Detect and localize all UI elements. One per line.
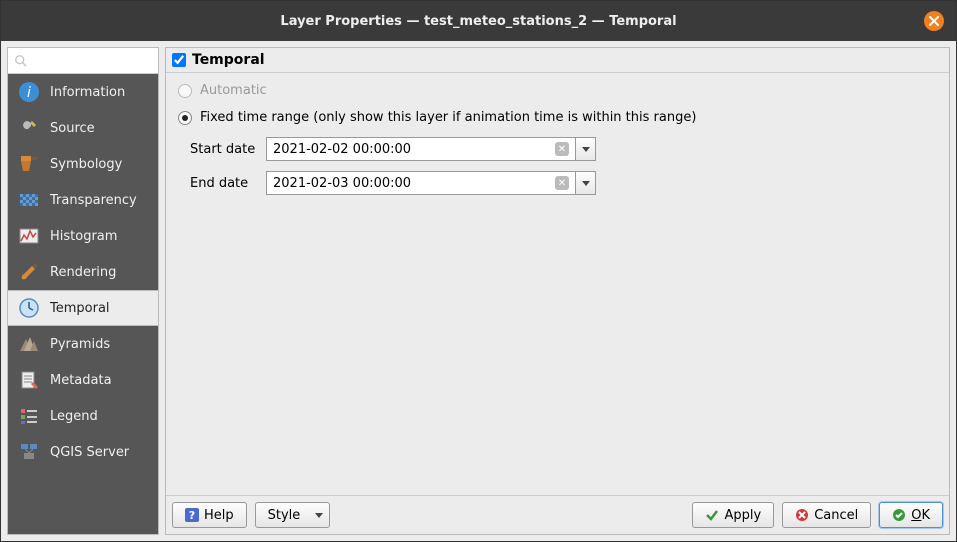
close-button[interactable] [924,11,944,31]
sidebar: i Information Source Symbology [7,47,159,535]
sidebar-item-label: QGIS Server [50,445,129,460]
sidebar-item-temporal[interactable]: Temporal [8,290,158,326]
clear-icon[interactable]: ✕ [555,176,569,190]
sidebar-item-pyramids[interactable]: Pyramids [8,326,158,362]
date-grid: Start date 2021-02-02 00:00:00 ✕ End dat… [190,137,937,195]
sidebar-item-label: Metadata [50,373,112,388]
sidebar-item-metadata[interactable]: Metadata [8,362,158,398]
main-panel: Temporal Automatic Fixed time range (onl… [165,47,950,535]
document-icon [18,369,40,391]
sidebar-item-label: Temporal [50,301,110,316]
sidebar-item-source[interactable]: Source [8,110,158,146]
radio-fixed-label: Fixed time range (only show this layer i… [200,110,696,125]
sidebar-item-transparency[interactable]: Transparency [8,182,158,218]
start-date-label: Start date [190,142,260,157]
clear-icon[interactable]: ✕ [555,142,569,156]
sidebar-nav: i Information Source Symbology [8,74,158,534]
ok-check-icon [892,508,906,522]
style-button[interactable]: Style [255,502,331,528]
transparency-icon [18,189,40,211]
end-date-field: 2021-02-03 00:00:00 ✕ [266,171,596,195]
cancel-button[interactable]: Cancel [782,502,871,528]
dialog-window: Layer Properties — test_meteo_stations_2… [0,0,957,542]
end-date-label: End date [190,176,260,191]
legend-icon [18,405,40,427]
sidebar-item-label: Histogram [50,229,117,244]
titlebar: Layer Properties — test_meteo_stations_2… [1,1,956,41]
sidebar-item-information[interactable]: i Information [8,74,158,110]
sidebar-item-label: Source [50,121,95,136]
sidebar-item-rendering[interactable]: Rendering [8,254,158,290]
style-label: Style [268,508,301,523]
end-date-input[interactable]: 2021-02-03 00:00:00 ✕ [266,171,576,195]
help-icon: ? [185,508,199,522]
pyramids-icon [18,333,40,355]
sidebar-item-label: Transparency [50,193,137,208]
radio-automatic: Automatic [178,83,937,98]
dialog-body: i Information Source Symbology [1,41,956,541]
svg-text:i: i [27,85,31,101]
sidebar-item-label: Rendering [50,265,116,280]
histogram-icon [18,225,40,247]
content-area: Automatic Fixed time range (only show th… [166,73,949,495]
start-date-value: 2021-02-02 00:00:00 [273,142,411,157]
search-input[interactable] [8,48,158,74]
sidebar-item-label: Legend [50,409,98,424]
help-label: Help [204,508,234,523]
sidebar-item-label: Pyramids [50,337,110,352]
help-button[interactable]: ? Help [172,502,247,528]
clock-icon [18,297,40,319]
server-icon [18,441,40,463]
radio-circle-icon [178,111,192,125]
chevron-down-icon [582,147,590,152]
apply-label: Apply [724,508,761,523]
apply-button[interactable]: Apply [692,502,774,528]
sidebar-item-legend[interactable]: Legend [8,398,158,434]
sidebar-item-histogram[interactable]: Histogram [8,218,158,254]
radio-circle-icon [178,84,192,98]
wrench-icon [18,117,40,139]
button-bar: ? Help Style Apply Cancel [166,495,949,534]
cancel-label: Cancel [814,508,858,523]
brush-icon [18,153,40,175]
sidebar-item-label: Information [50,85,125,100]
svg-text:?: ? [189,509,195,522]
radio-fixed-range[interactable]: Fixed time range (only show this layer i… [178,110,937,125]
start-date-field: 2021-02-02 00:00:00 ✕ [266,137,596,161]
sidebar-item-label: Symbology [50,157,122,172]
end-date-value: 2021-02-03 00:00:00 [273,176,411,191]
end-date-dropdown[interactable] [576,171,596,195]
section-header: Temporal [166,48,949,73]
chevron-down-icon [315,513,323,518]
start-date-dropdown[interactable] [576,137,596,161]
rendering-brush-icon [18,261,40,283]
sidebar-item-qgis-server[interactable]: QGIS Server [8,434,158,470]
cancel-icon [795,508,809,522]
radio-automatic-label: Automatic [200,83,267,98]
ok-button[interactable]: OK [879,502,943,528]
check-icon [705,508,719,522]
sidebar-item-symbology[interactable]: Symbology [8,146,158,182]
window-title: Layer Properties — test_meteo_stations_2… [280,14,676,29]
chevron-down-icon [582,181,590,186]
section-title: Temporal [192,52,265,68]
info-icon: i [18,81,40,103]
ok-label: OK [911,508,930,523]
start-date-input[interactable]: 2021-02-02 00:00:00 ✕ [266,137,576,161]
temporal-checkbox[interactable] [172,53,186,67]
